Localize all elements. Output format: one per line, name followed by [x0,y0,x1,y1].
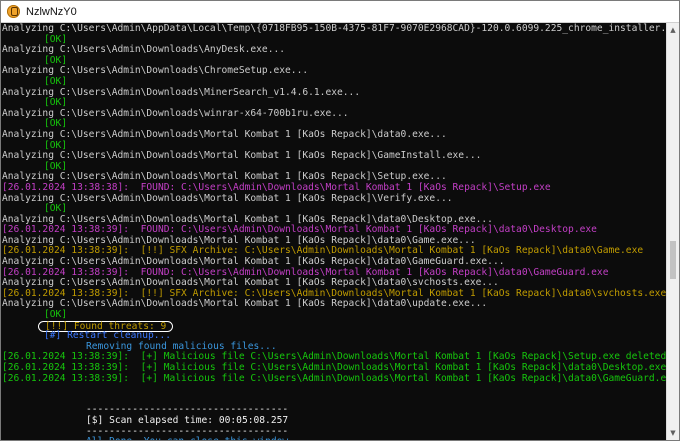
console-text: ----------------------------------- [86,425,289,437]
console-line: [26.01.2024 13:38:39]: [+] Malicious fil… [2,372,666,385]
console-text: Analyzing C:\Users\Admin\Downloads\Morta… [2,171,447,183]
console-text: [OK] [44,309,68,321]
console-text: Analyzing C:\Users\Admin\Downloads\Morta… [2,150,482,162]
console-text: ----------------------------------- [86,404,289,416]
console-line: Analyzing C:\Users\Admin\Downloads\Morta… [2,192,666,205]
console-line: Analyzing C:\Users\Admin\Downloads\Miner… [2,86,666,99]
console-line: Analyzing C:\Users\Admin\Downloads\Morta… [2,150,666,162]
console-window: NzlwNzY0 Analyzing C:\Users\Admin\AppDat… [0,0,680,441]
console-text: Analyzing C:\Users\Admin\Downloads\AnyDe… [2,44,286,56]
console-text: Analyzing C:\Users\Admin\Downloads\Morta… [2,277,499,289]
console-text: Removing found malicious files... [86,340,277,352]
console-text: Analyzing C:\Users\Admin\Downloads\Morta… [2,256,505,268]
console-line: Analyzing C:\Users\Admin\AppData\Local\T… [2,23,666,35]
console-text: [26.01.2024 13:38:39]: [!!] SFX Archive:… [2,245,644,257]
console-text: [$] Scan elapsed time: 00:05:08.257 [86,414,289,426]
console-text: Analyzing C:\Users\Admin\Downloads\Morta… [2,298,488,310]
console-text: [OK] [44,139,68,151]
console-text: [26.01.2024 13:38:39]: [+] Malicious fil… [2,372,666,384]
console-text: Analyzing C:\Users\Admin\Downloads\Morta… [2,128,447,140]
console-text: [26.01.2024 13:38:38]: FOUND: C:\Users\A… [2,181,551,193]
console-line: Analyzing C:\Users\Admin\Downloads\AnyDe… [2,44,666,56]
console-text: Analyzing C:\Users\Admin\AppData\Local\T… [2,23,666,34]
console-text: Analyzing C:\Users\Admin\Downloads\Morta… [2,192,453,204]
console-text: Analyzing C:\Users\Admin\Downloads\Morta… [2,213,493,225]
app-icon [7,5,20,18]
console-text: Analyzing C:\Users\Admin\Downloads\winra… [2,107,349,119]
console-text: Analyzing C:\Users\Admin\Downloads\Morta… [2,234,476,246]
console-text: [OK] [44,75,68,87]
console-line: Analyzing C:\Users\Admin\Downloads\Morta… [2,128,666,141]
window-title: NzlwNzY0 [26,5,77,18]
console-line: Analyzing C:\Users\Admin\Downloads\Morta… [2,299,666,310]
console-line: All Done. You can close this window [2,436,666,440]
console-line: Analyzing C:\Users\Admin\Downloads\Chrom… [2,66,666,77]
console-text: [OK] [44,54,68,66]
console-text: [26.01.2024 13:38:39]: FOUND: C:\Users\A… [2,224,597,236]
console-text: [26.01.2024 13:38:39]: [+] Malicious fil… [2,362,666,373]
title-bar[interactable]: NzlwNzY0 [1,1,679,23]
console-output: Analyzing C:\Users\Admin\AppData\Local\T… [1,23,666,440]
console-text: Analyzing C:\Users\Admin\Downloads\Miner… [2,86,361,98]
console-text: [26.01.2024 13:38:39]: [!!] SFX Archive:… [2,287,666,299]
console-text: All Done. You can close this window [86,436,288,440]
console-text: [OK] [44,97,68,109]
scrollbar-thumb[interactable] [670,241,676,279]
console-text: [OK] [44,33,68,45]
console-line: [OK] [2,309,666,321]
arrow-down-icon[interactable]: ▼ [667,426,679,440]
console-text: [26.01.2024 13:38:39]: FOUND: C:\Users\A… [2,266,609,278]
console-text: [OK] [44,118,68,130]
console-text: [OK] [44,203,68,215]
vertical-scrollbar[interactable]: ▲ ▼ [666,23,679,440]
arrow-up-icon[interactable]: ▲ [667,23,679,37]
console-text: [#] Restart cleanup... [44,330,172,342]
console-text: [OK] [44,160,68,172]
console-text: Analyzing C:\Users\Admin\Downloads\Chrom… [2,65,309,77]
console-line: Analyzing C:\Users\Admin\Downloads\winra… [2,107,666,120]
console-text: [26.01.2024 13:38:39]: [+] Malicious fil… [2,351,666,363]
